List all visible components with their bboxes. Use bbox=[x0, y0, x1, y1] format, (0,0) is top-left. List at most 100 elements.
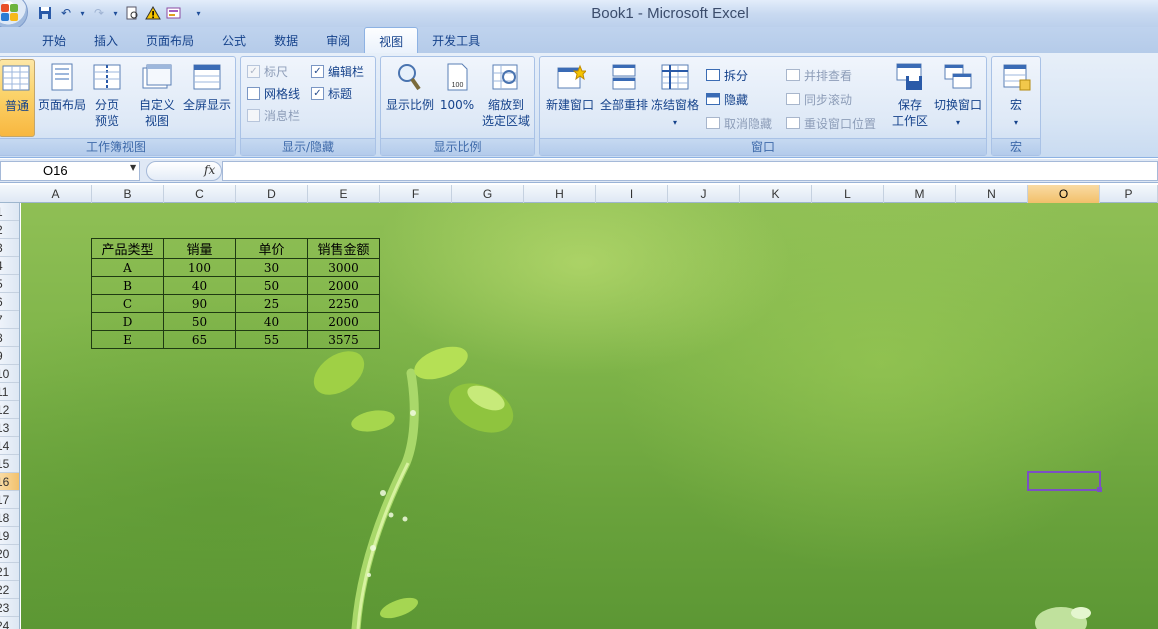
unhide-button[interactable]: 取消隐藏 bbox=[706, 113, 772, 133]
tab-review[interactable]: 审阅 bbox=[312, 27, 364, 53]
column-header-m[interactable]: M bbox=[884, 185, 956, 203]
column-header-n[interactable]: N bbox=[956, 185, 1028, 203]
column-header-c[interactable]: C bbox=[164, 185, 236, 203]
sync-scroll-button[interactable]: 同步滚动 bbox=[786, 89, 852, 109]
new-window-button[interactable]: 新建窗口 bbox=[544, 59, 596, 137]
table-cell[interactable]: D bbox=[91, 312, 164, 331]
column-header-p[interactable]: P bbox=[1100, 185, 1158, 203]
table-cell[interactable]: 55 bbox=[235, 330, 308, 349]
fill-handle[interactable] bbox=[1097, 487, 1102, 492]
table-cell[interactable]: 90 bbox=[163, 294, 236, 313]
table-cell[interactable]: 2000 bbox=[307, 276, 380, 295]
row-header-15[interactable]: 15 bbox=[0, 455, 19, 473]
tab-page-layout[interactable]: 页面布局 bbox=[132, 27, 208, 53]
table-cell[interactable]: B bbox=[91, 276, 164, 295]
row-header-5[interactable]: 5 bbox=[0, 275, 19, 293]
row-header-12[interactable]: 12 bbox=[0, 401, 19, 419]
save-workspace-button[interactable]: 保存 工作区 bbox=[888, 59, 932, 137]
table-cell[interactable]: 50 bbox=[163, 312, 236, 331]
column-header-a[interactable]: A bbox=[20, 185, 92, 203]
formula-input[interactable] bbox=[222, 161, 1158, 181]
reset-window-position-button[interactable]: 重设窗口位置 bbox=[786, 113, 876, 133]
page-layout-view-button[interactable]: 页面布局 bbox=[37, 59, 87, 137]
row-header-7[interactable]: 7 bbox=[0, 311, 19, 329]
row-header-24[interactable]: 24 bbox=[0, 617, 19, 629]
row-header-4[interactable]: 4 bbox=[0, 257, 19, 275]
row-header-18[interactable]: 18 bbox=[0, 509, 19, 527]
ruler-checkbox[interactable]: ✓ 标尺 bbox=[247, 61, 288, 81]
view-side-by-side-button[interactable]: 并排查看 bbox=[786, 65, 852, 85]
full-screen-button[interactable]: 全屏显示 bbox=[181, 59, 233, 137]
row-header-21[interactable]: 21 bbox=[0, 563, 19, 581]
formula-bar-checkbox[interactable]: ✓ 编辑栏 bbox=[311, 61, 364, 81]
tab-developer[interactable]: 开发工具 bbox=[418, 27, 494, 53]
table-cell[interactable]: 2000 bbox=[307, 312, 380, 331]
column-header-j[interactable]: J bbox=[668, 185, 740, 203]
table-cell[interactable]: 40 bbox=[235, 312, 308, 331]
table-cell[interactable]: C bbox=[91, 294, 164, 313]
column-header-i[interactable]: I bbox=[596, 185, 668, 203]
header-sales-amount[interactable]: 销售金额 bbox=[307, 238, 380, 259]
row-header-1[interactable]: 1 bbox=[0, 203, 19, 221]
row-header-3[interactable]: 3 bbox=[0, 239, 19, 257]
table-cell[interactable]: 40 bbox=[163, 276, 236, 295]
column-header-d[interactable]: D bbox=[236, 185, 308, 203]
column-header-h[interactable]: H bbox=[524, 185, 596, 203]
message-bar-checkbox[interactable]: 消息栏 bbox=[247, 105, 300, 125]
table-cell[interactable]: 3000 bbox=[307, 258, 380, 277]
custom-views-button[interactable]: 自定义 视图 bbox=[137, 59, 177, 137]
row-header-10[interactable]: 10 bbox=[0, 365, 19, 383]
column-header-o[interactable]: O bbox=[1028, 185, 1100, 203]
name-box[interactable]: O16 bbox=[0, 161, 140, 181]
table-cell[interactable]: 30 bbox=[235, 258, 308, 277]
header-product-type[interactable]: 产品类型 bbox=[91, 238, 164, 259]
column-header-k[interactable]: K bbox=[740, 185, 812, 203]
row-header-14[interactable]: 14 bbox=[0, 437, 19, 455]
switch-windows-button[interactable]: 切换窗口 ▾ bbox=[932, 59, 984, 137]
row-header-2[interactable]: 2 bbox=[0, 221, 19, 239]
row-header-8[interactable]: 8 bbox=[0, 329, 19, 347]
normal-view-button[interactable]: 普通 bbox=[0, 59, 35, 137]
gridlines-checkbox[interactable]: 网格线 bbox=[247, 83, 300, 103]
headings-checkbox[interactable]: ✓ 标题 bbox=[311, 83, 352, 103]
row-header-13[interactable]: 13 bbox=[0, 419, 19, 437]
zoom-to-selection-button[interactable]: 缩放到 选定区域 bbox=[479, 59, 533, 137]
hide-button[interactable]: 隐藏 bbox=[706, 89, 748, 109]
tab-formulas[interactable]: 公式 bbox=[208, 27, 260, 53]
table-cell[interactable]: 25 bbox=[235, 294, 308, 313]
row-header-22[interactable]: 22 bbox=[0, 581, 19, 599]
column-header-l[interactable]: L bbox=[812, 185, 884, 203]
table-cell[interactable]: 50 bbox=[235, 276, 308, 295]
page-break-preview-button[interactable]: 分页 预览 bbox=[89, 59, 125, 137]
macros-button[interactable]: 宏 ▾ bbox=[996, 59, 1036, 137]
table-cell[interactable]: E bbox=[91, 330, 164, 349]
row-header-16[interactable]: 16 bbox=[0, 473, 19, 491]
tab-data[interactable]: 数据 bbox=[260, 27, 312, 53]
row-header-6[interactable]: 6 bbox=[0, 293, 19, 311]
table-cell[interactable]: 3575 bbox=[307, 330, 380, 349]
split-button[interactable]: 拆分 bbox=[706, 65, 748, 85]
zoom-button[interactable]: 显示比例 bbox=[385, 59, 435, 137]
table-cell[interactable]: 100 bbox=[163, 258, 236, 277]
table-cell[interactable]: A bbox=[91, 258, 164, 277]
name-box-dropdown-icon[interactable]: ▼ bbox=[130, 163, 136, 172]
insert-function-icon[interactable]: fx bbox=[204, 163, 215, 177]
worksheet[interactable]: 产品类型 销量 单价 销售金额 A 100 30 3000 B 40 50 20… bbox=[21, 203, 1158, 629]
row-header-23[interactable]: 23 bbox=[0, 599, 19, 617]
table-cell[interactable]: 65 bbox=[163, 330, 236, 349]
active-cell-selection[interactable] bbox=[1027, 471, 1101, 491]
table-cell[interactable]: 2250 bbox=[307, 294, 380, 313]
tab-home[interactable]: 开始 bbox=[28, 27, 80, 53]
column-header-g[interactable]: G bbox=[452, 185, 524, 203]
tab-view[interactable]: 视图 bbox=[364, 27, 419, 54]
row-header-17[interactable]: 17 bbox=[0, 491, 19, 509]
zoom-100-button[interactable]: 100 100% bbox=[439, 59, 475, 137]
row-header-19[interactable]: 19 bbox=[0, 527, 19, 545]
row-header-11[interactable]: 11 bbox=[0, 383, 19, 401]
column-header-b[interactable]: B bbox=[92, 185, 164, 203]
column-header-e[interactable]: E bbox=[308, 185, 380, 203]
column-header-f[interactable]: F bbox=[380, 185, 452, 203]
row-header-20[interactable]: 20 bbox=[0, 545, 19, 563]
row-header-9[interactable]: 9 bbox=[0, 347, 19, 365]
header-unit-price[interactable]: 单价 bbox=[235, 238, 308, 259]
